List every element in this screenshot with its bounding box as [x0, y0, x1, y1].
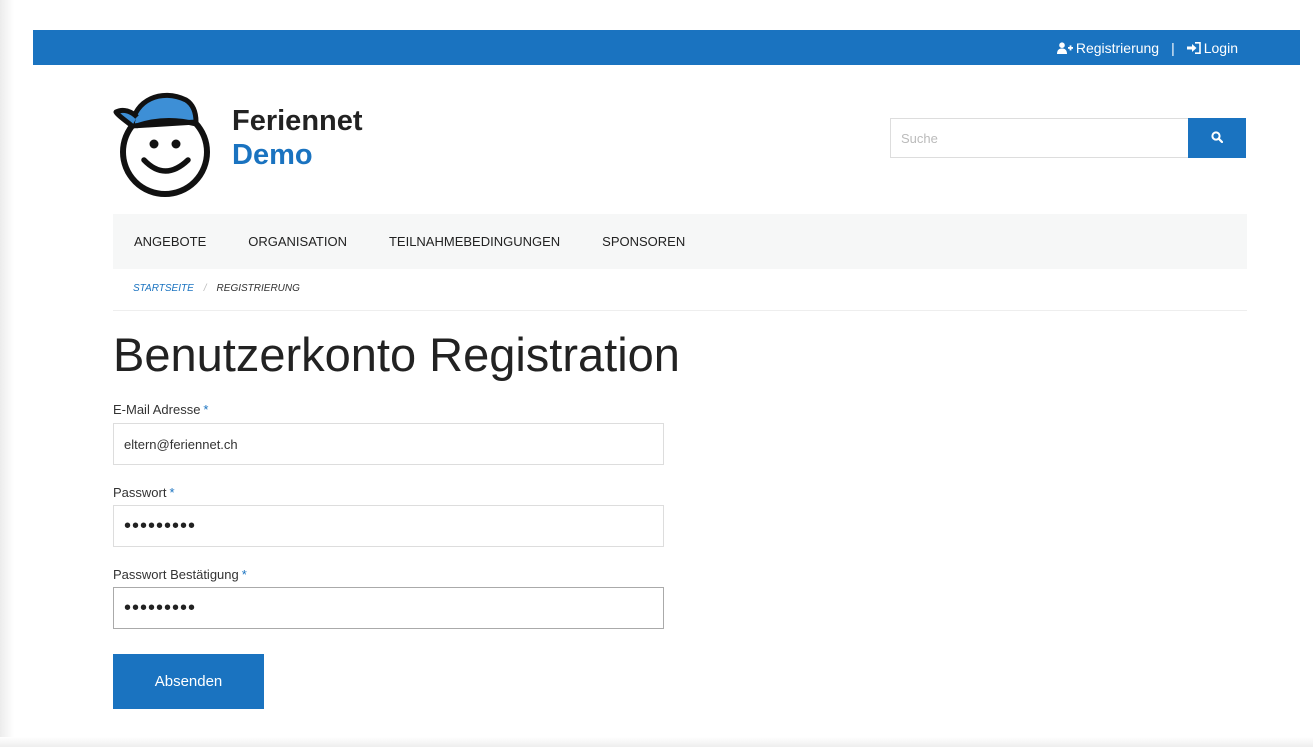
required-marker: * — [203, 402, 209, 417]
nav-item-teilnahmebedingungen[interactable]: TEILNAHMEBEDINGUNGEN — [389, 234, 560, 249]
smiley-cap-logo-icon — [113, 92, 210, 197]
brand-line-2: Demo — [232, 139, 313, 171]
login-link[interactable]: Login — [1186, 39, 1238, 56]
email-label-text: E-Mail Adresse — [113, 402, 201, 417]
login-label: Login — [1203, 39, 1238, 56]
register-link[interactable]: Registrierung — [1056, 39, 1160, 56]
search-form — [890, 118, 1246, 158]
password-confirm-label-text: Passwort Bestätigung — [113, 567, 239, 582]
breadcrumb: STARTSEITE / REGISTRIERUNG — [133, 283, 300, 294]
nav-item-sponsoren[interactable]: SPONSOREN — [602, 234, 685, 249]
main-nav: ANGEBOTE ORGANISATION TEILNAHMEBEDINGUNG… — [113, 214, 1247, 269]
required-marker: * — [241, 567, 247, 582]
breadcrumb-home[interactable]: STARTSEITE — [133, 283, 194, 294]
password-field[interactable]: ••••••••• — [113, 505, 664, 547]
nav-item-angebote[interactable]: ANGEBOTE — [134, 234, 206, 249]
password-value: ••••••••• — [124, 514, 197, 537]
required-marker: * — [169, 485, 175, 500]
search-button[interactable] — [1188, 118, 1246, 158]
register-label: Registrierung — [1075, 39, 1160, 56]
user-plus-icon — [1056, 41, 1073, 54]
submit-button[interactable]: Absenden — [113, 654, 264, 709]
password-confirm-field[interactable]: ••••••••• — [113, 587, 664, 629]
account-links: Registrierung | Login — [1056, 30, 1238, 65]
logo[interactable] — [110, 82, 220, 200]
brand-name[interactable]: Feriennet Demo — [232, 104, 363, 172]
page-bottom-shadow — [0, 737, 1313, 747]
password-label: Passwort * — [113, 485, 175, 500]
search-icon — [1211, 130, 1224, 146]
password-label-text: Passwort — [113, 485, 167, 500]
breadcrumb-current: REGISTRIERUNG — [216, 283, 300, 294]
email-field[interactable]: eltern@feriennet.ch — [113, 423, 664, 465]
email-label: E-Mail Adresse * — [113, 402, 208, 417]
nav-item-organisation[interactable]: ORGANISATION — [248, 234, 347, 249]
search-input[interactable] — [890, 118, 1188, 158]
topbar-separator: | — [1171, 39, 1175, 56]
top-bar: Registrierung | Login — [33, 30, 1300, 65]
page: Registrierung | Login Feriennet Demo Suc… — [0, 0, 1313, 747]
breadcrumb-divider — [113, 310, 1247, 311]
password-confirm-label: Passwort Bestätigung * — [113, 567, 247, 582]
breadcrumb-separator: / — [203, 283, 207, 294]
email-value: eltern@feriennet.ch — [124, 436, 238, 452]
brand-line-1: Feriennet — [232, 105, 363, 137]
sign-in-icon — [1186, 41, 1201, 54]
page-edge-shadow — [0, 0, 14, 747]
password-confirm-value: ••••••••• — [124, 596, 197, 619]
page-title: Benutzerkonto Registration — [113, 328, 680, 381]
